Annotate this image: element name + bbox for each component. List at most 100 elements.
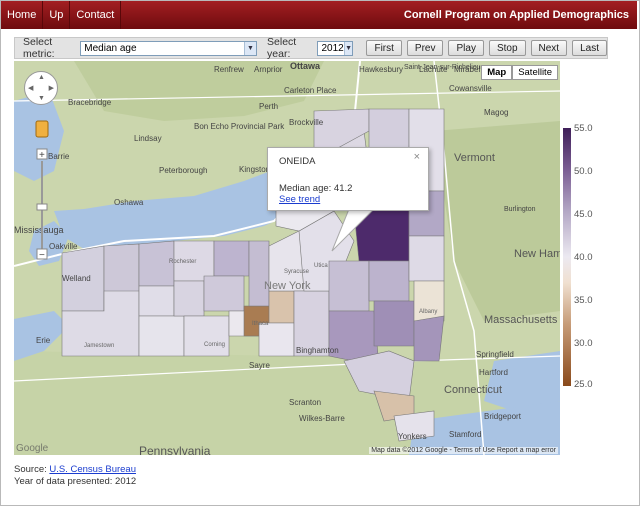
place-label: Bon Echo Provincial Park <box>194 122 285 131</box>
place-label: Hawkesbury <box>359 65 403 74</box>
place-label: Vermont <box>454 152 495 164</box>
map-type-control: Map Satellite <box>481 65 558 80</box>
place-label: Perth <box>259 102 278 111</box>
place-label: Cowansville <box>449 84 492 93</box>
play-button[interactable]: Play <box>448 40 484 56</box>
place-label: New York <box>264 280 311 292</box>
source-link[interactable]: U.S. Census Bureau <box>49 464 136 475</box>
map-canvas[interactable]: Ottawa Renfrew Arnprior Hawkesbury Lachu… <box>14 61 560 455</box>
map-type-satellite-button[interactable]: Satellite <box>512 65 558 80</box>
arrow-up-icon: ▲ <box>38 74 45 81</box>
county[interactable] <box>413 315 445 362</box>
county[interactable] <box>268 290 295 324</box>
place-label: Carleton Place <box>284 86 337 95</box>
year-select[interactable]: 2012 ▼ <box>317 40 354 56</box>
place-label: Oshawa <box>114 198 144 207</box>
year-select-value: 2012 <box>321 42 344 54</box>
place-label: Massachusetts <box>484 314 558 326</box>
place-label: Saint-Jean-sur-Richelieu <box>404 64 481 71</box>
last-button[interactable]: Last <box>572 40 607 56</box>
source-label: Source: <box>14 464 47 475</box>
place-label: Utica <box>314 263 328 269</box>
county[interactable] <box>373 300 415 347</box>
place-label: Oakville <box>49 242 78 251</box>
stop-button[interactable]: Stop <box>488 40 526 56</box>
legend-tick: 30.0 <box>574 338 593 349</box>
legend-tick: 55.0 <box>574 123 593 134</box>
source-line: Source: U.S. Census Bureau <box>14 464 136 476</box>
see-trend-link[interactable]: See trend <box>279 194 320 205</box>
nav-contact-link[interactable]: Contact <box>70 1 122 29</box>
metric-select[interactable]: Median age ▼ <box>80 40 258 56</box>
county[interactable] <box>328 260 370 312</box>
place-label: Connecticut <box>444 384 502 396</box>
place-label: Corning <box>204 342 225 348</box>
top-navigation-bar: Home Up Contact Cornell Program on Appli… <box>1 1 637 29</box>
place-label: Welland <box>62 274 91 283</box>
control-bar: Select metric: Median age ▼ Select year:… <box>14 36 608 60</box>
place-label: Sayre <box>249 361 270 370</box>
legend-tick: 50.0 <box>574 166 593 177</box>
place-label: Mississauga <box>14 225 64 235</box>
county[interactable] <box>408 235 445 282</box>
county[interactable] <box>368 260 410 302</box>
next-button[interactable]: Next <box>530 40 568 56</box>
place-label: Wilkes-Barre <box>299 414 345 423</box>
animation-buttons: First Prev Play Stop Next Last <box>361 40 607 56</box>
street-view-pegman-icon[interactable] <box>35 120 49 138</box>
place-label: Springfield <box>476 350 514 359</box>
map-attribution: Map data ©2012 Google - Terms of Use Rep… <box>369 447 558 454</box>
plus-icon: + <box>39 150 45 161</box>
place-label: Magog <box>484 108 508 117</box>
nav-links: Home Up Contact <box>1 1 122 29</box>
year-label: Select year: <box>267 36 297 60</box>
arrow-down-icon: ▼ <box>38 95 45 102</box>
county[interactable] <box>248 240 270 307</box>
place-label: Arnprior <box>254 65 283 74</box>
zoom-slider-handle[interactable] <box>36 203 48 211</box>
place-label: Erie <box>36 336 51 345</box>
place-label: Peterborough <box>159 166 207 175</box>
nav-up-link[interactable]: Up <box>43 1 71 29</box>
map-type-map-button[interactable]: Map <box>481 65 513 80</box>
county[interactable] <box>213 240 250 277</box>
place-label: Barrie <box>48 152 70 161</box>
place-label: Hartford <box>479 368 508 377</box>
minus-icon: − <box>39 250 45 261</box>
place-label: New Hampshire <box>514 248 560 260</box>
place-label: Stamford <box>449 430 481 439</box>
arrow-right-icon: ▶ <box>48 85 54 92</box>
prev-button[interactable]: Prev <box>406 40 444 56</box>
page-footer: Source: U.S. Census Bureau Year of data … <box>14 464 136 488</box>
nav-home-link[interactable]: Home <box>1 1 44 29</box>
map-svg: Ottawa Renfrew Arnprior Hawkesbury Lachu… <box>14 61 560 455</box>
popup-county-name: ONEIDA <box>279 156 316 167</box>
pan-control[interactable]: ▲ ▼ ◀ ▶ <box>24 71 58 105</box>
county-info-window: × ONEIDA Median age: 41.2 See trend <box>267 147 429 211</box>
legend-tick: 25.0 <box>574 379 593 390</box>
county[interactable] <box>203 275 245 312</box>
place-label: Bracebridge <box>68 98 112 107</box>
chevron-down-icon: ▼ <box>343 41 353 55</box>
legend-tick: 45.0 <box>574 209 593 220</box>
brand-title: Cornell Program on Applied Demographics <box>403 9 629 21</box>
place-label: Yonkers <box>398 432 427 441</box>
place-label: Kingston <box>239 165 270 174</box>
county[interactable] <box>173 280 205 317</box>
county[interactable] <box>183 315 230 357</box>
place-label: Albany <box>419 309 437 315</box>
county[interactable] <box>138 315 185 357</box>
first-button[interactable]: First <box>366 40 402 56</box>
place-label: Ottawa <box>290 61 321 71</box>
place-label: Ithaca <box>252 321 269 327</box>
place-label: Syracuse <box>284 269 310 275</box>
place-label: Rochester <box>169 259 196 265</box>
google-logo: Google <box>16 443 49 454</box>
year-presented: Year of data presented: 2012 <box>14 476 137 487</box>
legend-tick: 35.0 <box>574 295 593 306</box>
place-label: Brockville <box>289 118 324 127</box>
county[interactable] <box>413 280 445 322</box>
county[interactable] <box>138 285 175 317</box>
close-icon[interactable]: × <box>414 151 420 163</box>
county[interactable] <box>258 322 295 357</box>
